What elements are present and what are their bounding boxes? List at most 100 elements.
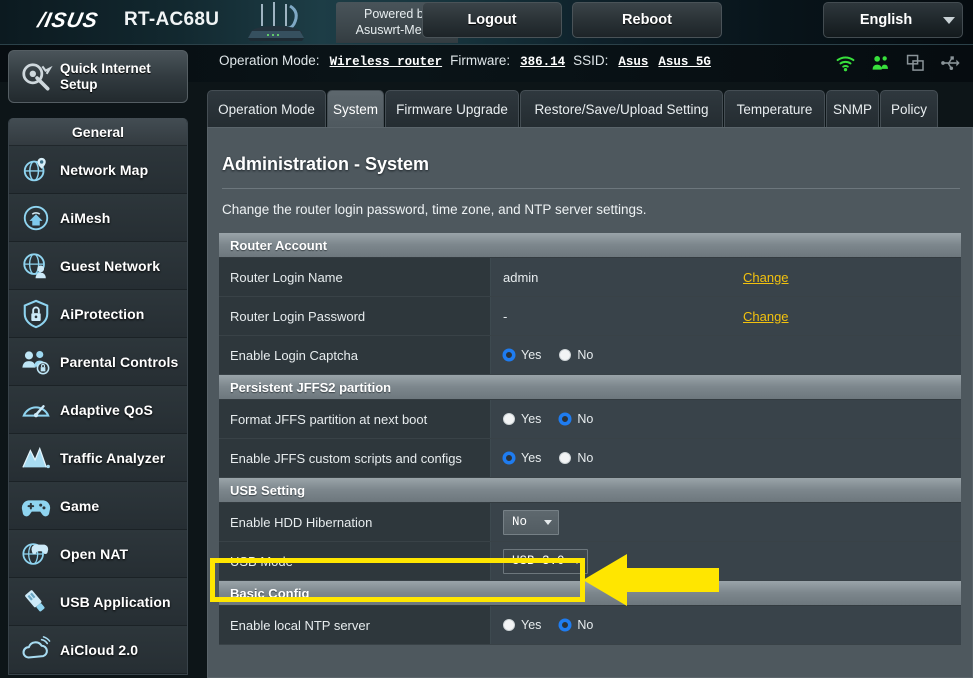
row-label: Format JFFS partition at next boot: [219, 400, 491, 438]
router-admin-page: /ISUS RT-AC68U Powered by Asuswrt-Merlin…: [0, 0, 973, 678]
sidebar-item-adaptive-qos[interactable]: Adaptive QoS: [9, 386, 187, 434]
local-ntp-no-label[interactable]: No: [577, 618, 593, 632]
status-summary: Operation Mode: Wireless router Firmware: 3…: [219, 53, 719, 69]
change-login-password-link[interactable]: Change: [743, 309, 789, 324]
ssid-label: SSID:: [573, 53, 609, 68]
sidebar: Quick Internet Setup General Network Map: [0, 45, 196, 678]
usb-mode-select[interactable]: USB 3.0: [503, 548, 588, 574]
row-value: - Change: [491, 297, 961, 335]
sidebar-item-label: Traffic Analyzer: [60, 449, 166, 466]
page-description: Change the router login password, time z…: [222, 202, 647, 217]
local-ntp-yes-radio[interactable]: [503, 619, 515, 631]
section-header-basic-config: Basic Config: [219, 581, 961, 606]
firmware-label: Firmware:: [450, 53, 511, 68]
usb-icon[interactable]: [940, 53, 961, 73]
tab-policy[interactable]: Policy: [880, 90, 938, 128]
row-format-jffs: Format JFFS partition at next boot Yes N…: [219, 400, 961, 439]
row-hdd-hibernation: Enable HDD Hibernation No: [219, 503, 961, 542]
adaptive-qos-icon: [22, 404, 50, 417]
chevron-down-icon: [544, 519, 552, 525]
tab-firmware-upgrade[interactable]: Firmware Upgrade: [385, 90, 519, 128]
operation-mode-link[interactable]: Wireless router: [330, 55, 443, 69]
sidebar-item-aimesh[interactable]: AiMesh: [9, 194, 187, 242]
format-jffs-no-label[interactable]: No: [577, 412, 593, 426]
format-jffs-no-radio[interactable]: [559, 413, 572, 425]
sidebar-item-parental-controls[interactable]: Parental Controls: [9, 338, 187, 386]
login-captcha-no-label[interactable]: No: [577, 348, 593, 362]
tab-snmp[interactable]: SNMP: [826, 90, 879, 128]
sidebar-item-game[interactable]: Game: [9, 482, 187, 530]
ssid-link-24g[interactable]: Asus: [618, 55, 648, 69]
sidebar-item-label: Guest Network: [60, 257, 161, 274]
sidebar-item-label: AiMesh: [60, 209, 111, 226]
traffic-analyzer-icon: [22, 446, 50, 468]
settings-table: Router Account Router Login Name admin C…: [219, 233, 961, 645]
clients-icon[interactable]: [870, 53, 891, 73]
login-captcha-yes-radio[interactable]: [503, 349, 515, 361]
jffs-scripts-yes-radio[interactable]: [503, 452, 515, 464]
sidebar-item-label: USB Application: [60, 593, 171, 610]
jffs-scripts-no-radio[interactable]: [559, 452, 572, 464]
windows-icon[interactable]: [905, 53, 926, 73]
row-value: Yes No: [491, 439, 961, 477]
status-icon-group: [835, 53, 961, 73]
sidebar-item-traffic-analyzer[interactable]: Traffic Analyzer: [9, 434, 187, 482]
hdd-hibernation-value: No: [512, 515, 528, 529]
format-jffs-yes-label[interactable]: Yes: [521, 412, 541, 426]
powered-by-line1: Powered by: [363, 6, 430, 21]
row-router-login-name: Router Login Name admin Change: [219, 258, 961, 297]
sidebar-item-aicloud[interactable]: AiCloud 2.0: [9, 626, 187, 674]
quick-internet-setup-button[interactable]: Quick Internet Setup: [8, 50, 188, 103]
top-banner: /ISUS RT-AC68U Powered by Asuswrt-Merlin…: [0, 0, 973, 45]
sidebar-item-usb-application[interactable]: USB Application: [9, 578, 187, 626]
jffs-scripts-radio-group: Yes No: [503, 451, 605, 465]
gamepad-icon: [21, 499, 51, 516]
row-value: Yes No: [491, 400, 961, 438]
usb-mode-value: USB 3.0: [512, 554, 565, 568]
sidebar-item-label: Game: [60, 497, 100, 514]
main-panel: Administration - System Change the route…: [207, 127, 973, 678]
row-label: Enable JFFS custom scripts and configs: [219, 439, 491, 477]
ssid-link-5g[interactable]: Asus_5G: [658, 55, 711, 69]
local-ntp-no-radio[interactable]: [559, 619, 572, 631]
login-captcha-radio-group: Yes No: [503, 348, 605, 362]
logout-button[interactable]: Logout: [422, 2, 562, 38]
row-usb-mode: USB Mode USB 3.0: [219, 542, 961, 581]
wifi-icon[interactable]: [835, 53, 856, 73]
row-value: Yes No: [491, 336, 961, 374]
tab-bar: Operation Mode System Firmware Upgrade R…: [207, 90, 973, 128]
login-captcha-yes-label[interactable]: Yes: [521, 348, 541, 362]
row-value: USB 3.0: [491, 542, 961, 580]
login-captcha-no-radio[interactable]: [559, 349, 572, 361]
tab-operation-mode[interactable]: Operation Mode: [207, 90, 326, 128]
sidebar-item-aiprotection[interactable]: AiProtection: [9, 290, 187, 338]
change-login-name-link[interactable]: Change: [743, 270, 789, 285]
firmware-link[interactable]: 386.14: [520, 55, 565, 69]
local-ntp-yes-label[interactable]: Yes: [521, 618, 541, 632]
row-label: Router Login Name: [219, 258, 491, 296]
hdd-hibernation-select[interactable]: No: [503, 509, 559, 535]
parental-controls-icon: [22, 350, 50, 374]
sidebar-item-open-nat[interactable]: Open NAT: [9, 530, 187, 578]
reboot-button[interactable]: Reboot: [572, 2, 722, 38]
section-header-jffs2: Persistent JFFS2 partition: [219, 375, 961, 400]
router-model-name: RT-AC68U: [124, 9, 220, 30]
sidebar-item-guest-network[interactable]: Guest Network: [9, 242, 187, 290]
row-label: Enable local NTP server: [219, 606, 491, 644]
row-label: Router Login Password: [219, 297, 491, 335]
language-selector[interactable]: English: [823, 2, 963, 38]
tab-system[interactable]: System: [327, 90, 384, 128]
row-router-login-password: Router Login Password - Change: [219, 297, 961, 336]
router-login-name-value: admin: [503, 269, 539, 285]
sidebar-item-label: AiCloud 2.0: [60, 641, 139, 658]
format-jffs-yes-radio[interactable]: [503, 413, 515, 425]
usb-application-icon: [25, 589, 45, 611]
jffs-scripts-no-label[interactable]: No: [577, 451, 593, 465]
tab-restore-save-upload[interactable]: Restore/Save/Upload Setting: [520, 90, 723, 128]
row-value: No: [491, 503, 961, 541]
row-enable-login-captcha: Enable Login Captcha Yes No: [219, 336, 961, 375]
tab-temperature[interactable]: Temperature: [724, 90, 825, 128]
row-label: USB Mode: [219, 542, 491, 580]
jffs-scripts-yes-label[interactable]: Yes: [521, 451, 541, 465]
sidebar-item-network-map[interactable]: Network Map: [9, 146, 187, 194]
